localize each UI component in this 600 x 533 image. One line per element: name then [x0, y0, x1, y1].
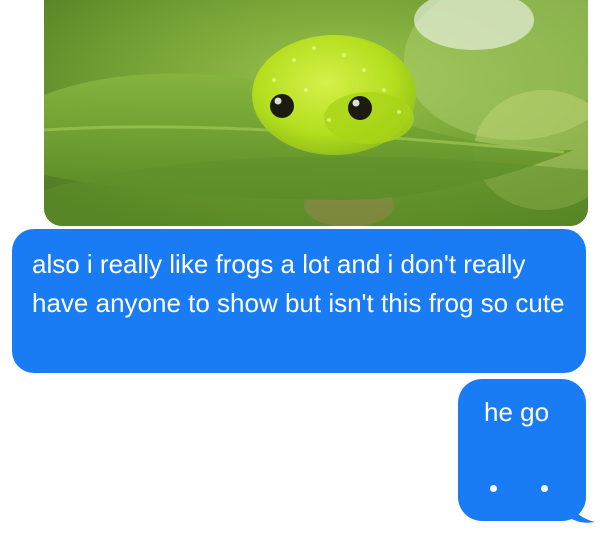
message-text: also i really like frogs a lot and i don… — [32, 249, 565, 318]
bubble-tail-icon — [565, 494, 595, 523]
frog-photo-attachment[interactable] — [44, 0, 588, 226]
message-bubble-incoming[interactable]: also i really like frogs a lot and i don… — [12, 229, 586, 373]
reply-text: he go — [484, 397, 550, 427]
ellipsis-dot-icon — [541, 485, 548, 492]
ellipsis-dot-icon — [490, 485, 497, 492]
frog-image — [44, 0, 588, 226]
